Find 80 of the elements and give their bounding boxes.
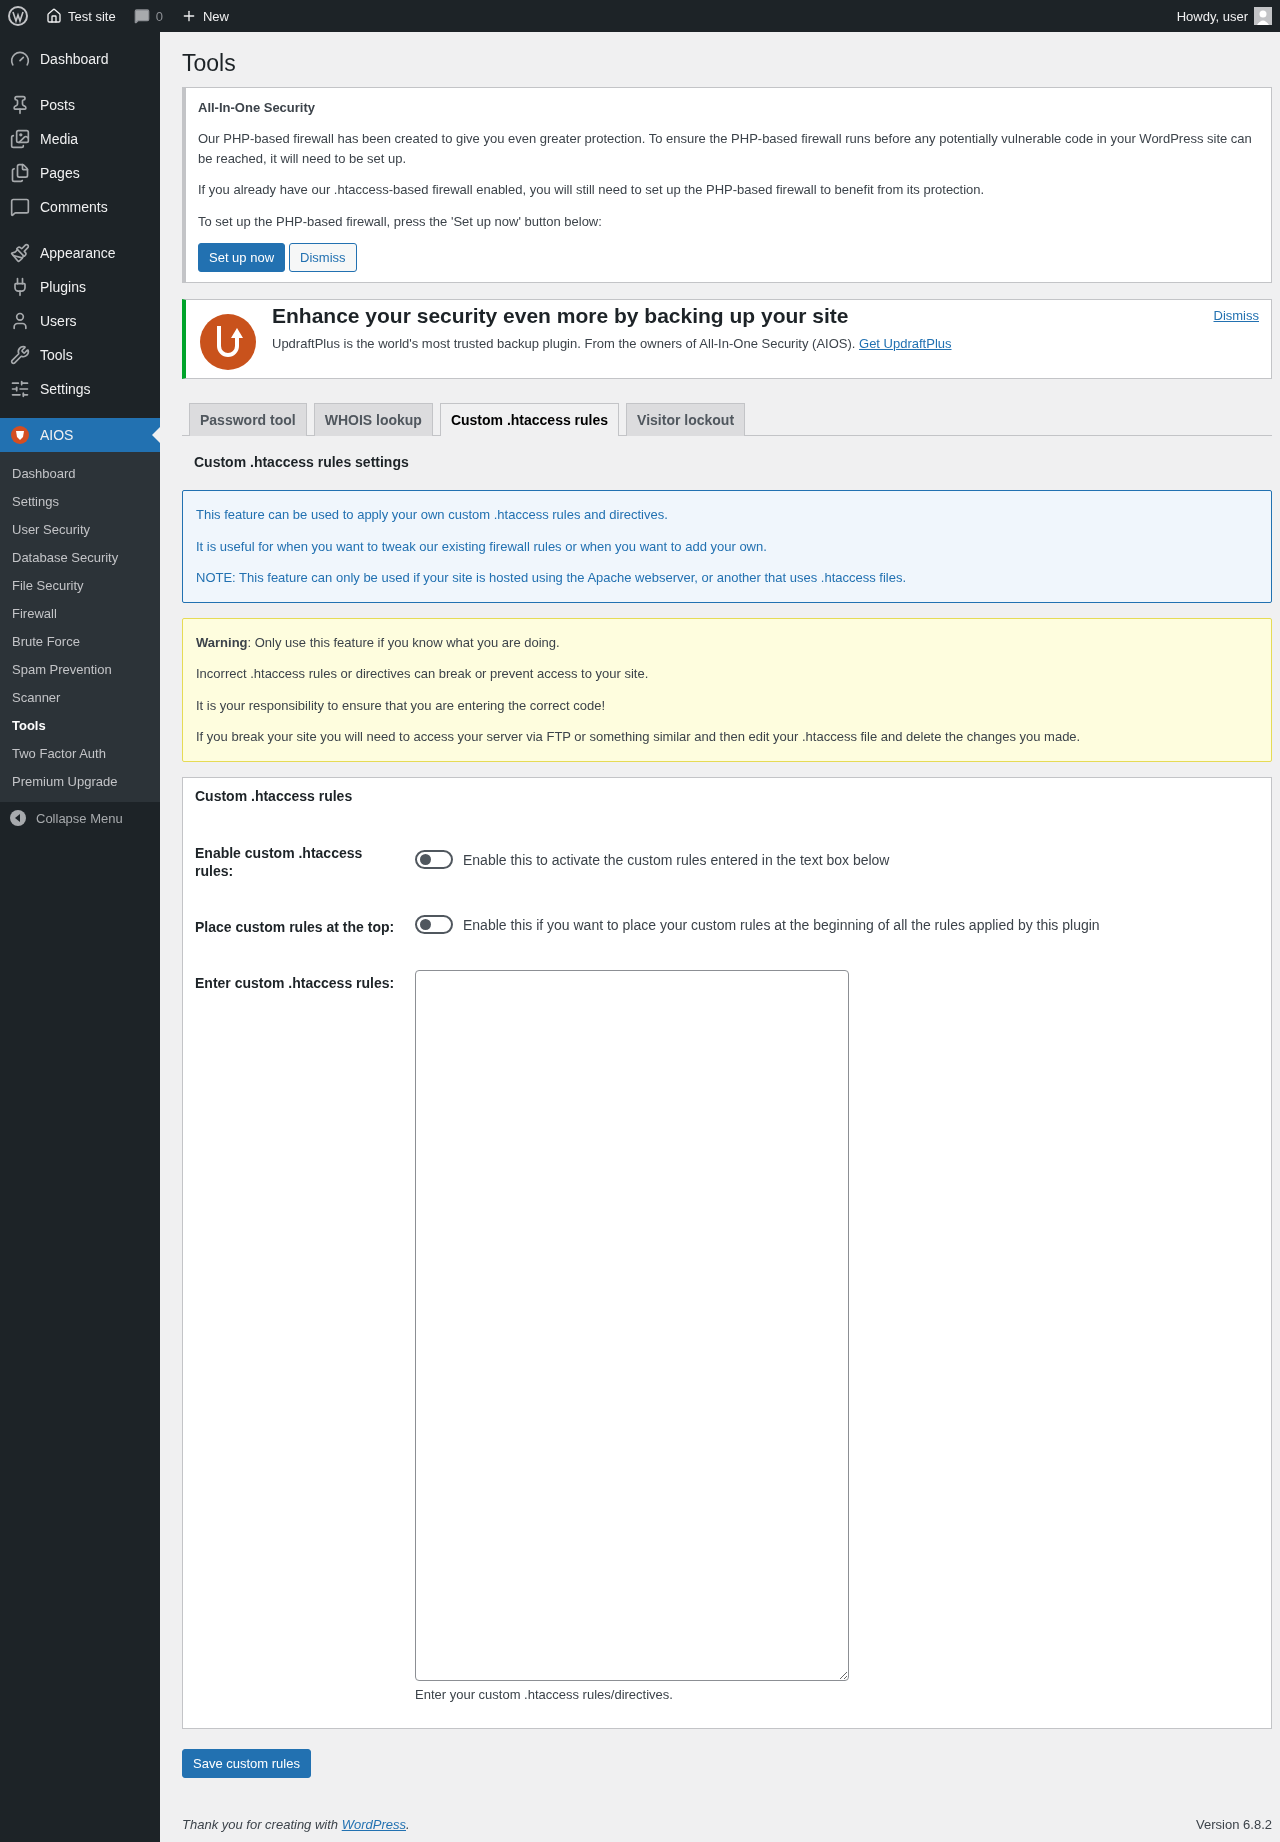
tab[interactable]: Custom .htaccess rules [439, 403, 620, 436]
wrench-icon [10, 345, 30, 365]
submenu-item[interactable]: Two Factor Auth [0, 739, 160, 767]
save-button[interactable]: Save custom rules [182, 1749, 311, 1779]
info-text: NOTE: This feature can only be used if your site is hosted using the Apache webserver, or another that uses .htaccess files. [196, 569, 908, 587]
shield-icon [10, 425, 30, 445]
pin-icon [10, 95, 30, 115]
footer-text: Thank you for creating with WordPress. [182, 1817, 410, 1832]
submenu-item[interactable]: Brute Force [0, 627, 160, 655]
collapse-menu-button[interactable]: Collapse Menu [0, 802, 160, 834]
warning-text: Warning: Only use this feature if you know what you are doing. [196, 633, 561, 652]
sliders-icon [10, 379, 30, 399]
info-text: It is useful for when you want to tweak our existing firewall rules or when you want to add your own. [196, 537, 768, 556]
submenu-item[interactable]: Scanner [0, 683, 160, 711]
toggle-switch[interactable] [415, 850, 453, 870]
sidebar-item[interactable]: Pages [0, 156, 160, 190]
dismiss-button[interactable]: Dismiss [289, 243, 357, 272]
account-link[interactable]: Howdy, user [1176, 7, 1272, 25]
sidebar-item[interactable]: Users [0, 304, 160, 338]
sidebar-item[interactable]: Media [0, 122, 160, 156]
collapse-icon [10, 810, 26, 826]
submenu-item[interactable]: Spam Prevention [0, 655, 160, 683]
info-text: This feature can be used to apply your own custom .htaccess rules and directives. [196, 506, 669, 524]
comment-icon [133, 8, 150, 24]
page-title: Tools [182, 50, 237, 77]
submenu-item[interactable]: Settings [0, 487, 160, 515]
set-up-button[interactable]: Set up now [198, 243, 286, 272]
tab[interactable]: Password tool [189, 403, 307, 436]
notice-text: To set up the PHP-based firewall, press the 'Set up now' button below: [198, 212, 603, 231]
gauge-icon [10, 49, 30, 69]
submenu-item[interactable]: Dashboard [0, 459, 160, 487]
user-icon [10, 311, 30, 331]
warning-text: If you break your site you will need to access your server via FTP or something similar and then edit your .htaccess file and delete the changes you made. [196, 728, 1082, 746]
submenu-item[interactable]: Premium Upgrade [0, 767, 160, 795]
sidebar-item[interactable]: Settings [0, 372, 160, 406]
images-icon [10, 129, 30, 149]
tab[interactable]: Visitor lockout [626, 403, 746, 436]
sidebar-item[interactable]: Tools [0, 338, 160, 372]
comments-link[interactable]: 0 [133, 8, 163, 24]
logo-icon[interactable] [8, 6, 28, 26]
section-heading: Custom .htaccess rules settings [194, 454, 410, 470]
field-description: Enter your custom .htaccess rules/directives. [415, 1687, 674, 1703]
get-updraftplus-link[interactable]: Get UpdraftPlus [859, 336, 952, 351]
submenu-item[interactable]: User Security [0, 515, 160, 543]
version-text: Version 6.8.2 [1196, 1817, 1272, 1832]
sidebar-item[interactable]: AIOS [0, 418, 160, 452]
sidebar-item[interactable]: Posts [0, 88, 160, 122]
notice-title: All-In-One Security [198, 100, 317, 115]
warning-text: Incorrect .htaccess rules or directives can break or prevent access to your site. [196, 665, 650, 683]
field-label: Place custom rules at the top: [195, 917, 395, 937]
brush-icon [10, 243, 30, 263]
notice-text: Our PHP-based firewall has been created to give you even greater protection. To ensure the PHP-based firewall runs before any potentially vulnerable code in your WordPress site can be reached, it will need to be set up. [198, 130, 1253, 168]
field-label: Enter custom .htaccess rules: [195, 974, 395, 994]
backup-heading: Enhance your security even more by backing up your site [272, 304, 850, 328]
comment-icon [10, 197, 30, 217]
submenu-item[interactable]: Database Security [0, 543, 160, 571]
backup-text: UpdraftPlus is the world's most trusted backup plugin. From the owners of All-In-One Security (AIOS). Get UpdraftPlus [272, 335, 953, 353]
submenu-item[interactable]: File Security [0, 571, 160, 599]
tab[interactable]: WHOIS lookup [313, 403, 433, 436]
site-link[interactable]: Test site [46, 8, 116, 24]
home-icon [46, 8, 62, 24]
toggle-switch[interactable] [415, 915, 453, 935]
backup-logo-icon [200, 314, 256, 370]
submenu-item[interactable]: Tools [0, 711, 160, 739]
field-description: Enable this if you want to place your custom rules at the beginning of all the rules applied by this plugin [463, 916, 1100, 933]
submenu-item[interactable]: Firewall [0, 599, 160, 627]
avatar-icon [1254, 7, 1272, 25]
new-link[interactable]: New [180, 8, 229, 24]
sidebar-item[interactable]: Dashboard [0, 42, 160, 76]
field-label: Enable custom .htaccess rules: [195, 843, 364, 880]
sidebar-item[interactable]: Comments [0, 190, 160, 224]
wordpress-link[interactable]: WordPress [341, 1817, 406, 1832]
panel-title: Custom .htaccess rules [195, 787, 354, 804]
sidebar-item[interactable]: Plugins [0, 270, 160, 304]
sidebar-item[interactable]: Appearance [0, 236, 160, 270]
warning-text: It is your responsibility to ensure that you are entering the correct code! [196, 696, 606, 715]
notice-text: If you already have our .htaccess-based firewall enabled, you will still need to set up the PHP-based firewall to benefit from its protection. [198, 181, 986, 199]
dismiss-link[interactable]: Dismiss [1213, 308, 1259, 323]
field-description: Enable this to activate the custom rules entered in the text box below [463, 851, 890, 868]
pages-icon [10, 163, 30, 183]
